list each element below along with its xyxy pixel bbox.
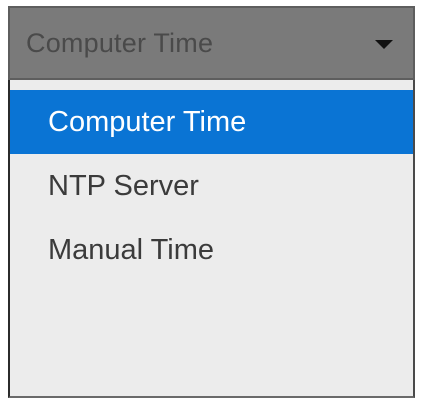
time-source-select[interactable]: Computer Time xyxy=(8,6,415,80)
dropdown-options-list: Computer Time NTP Server Manual Time xyxy=(8,80,415,398)
option-computer-time[interactable]: Computer Time xyxy=(10,90,413,154)
time-source-dropdown[interactable]: Computer Time Computer Time NTP Server M… xyxy=(8,6,415,398)
option-ntp-server[interactable]: NTP Server xyxy=(10,154,413,218)
option-manual-time[interactable]: Manual Time xyxy=(10,218,413,282)
selected-value: Computer Time xyxy=(26,27,214,58)
chevron-down-icon[interactable] xyxy=(375,39,393,49)
